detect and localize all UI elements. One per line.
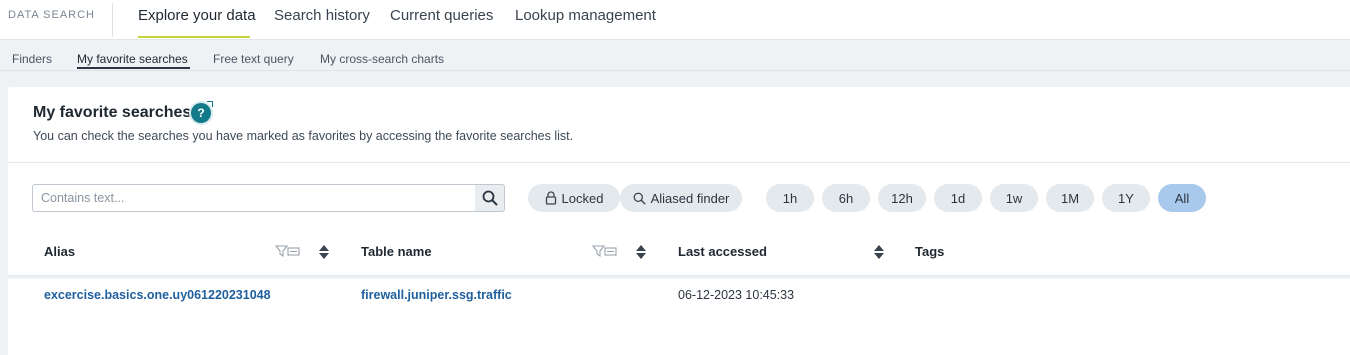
active-subtab-indicator xyxy=(77,67,190,69)
subtab-my-favorite-searches[interactable]: My favorite searches xyxy=(77,52,188,66)
column-header-table-name[interactable]: Table name xyxy=(361,244,432,259)
brand-divider xyxy=(112,3,113,37)
time-range-12h-button[interactable]: 12h xyxy=(878,184,926,212)
search-icon xyxy=(633,192,646,205)
favorite-searches-panel: My favorite searches ? You can check the… xyxy=(8,87,1350,355)
last-accessed-value: 06-12-2023 10:45:33 xyxy=(678,288,795,302)
filter-icon[interactable] xyxy=(591,243,619,259)
column-header-last-accessed[interactable]: Last accessed xyxy=(678,244,767,259)
page-title: My favorite searches xyxy=(33,104,192,121)
divider xyxy=(8,162,1350,163)
sort-icon[interactable] xyxy=(318,244,330,260)
locked-filter-label: Locked xyxy=(561,190,604,206)
time-range-all-button[interactable]: All xyxy=(1158,184,1206,212)
question-icon[interactable]: ? xyxy=(191,101,213,123)
page-description: You can check the searches you have mark… xyxy=(33,129,574,143)
lock-icon xyxy=(545,191,556,205)
active-tab-indicator xyxy=(138,36,250,38)
locked-filter-button[interactable]: Locked xyxy=(528,184,620,212)
aliased-finder-filter-button[interactable]: Aliased finder xyxy=(620,184,742,212)
column-header-alias[interactable]: Alias xyxy=(44,244,75,259)
subtab-free-text-query[interactable]: Free text query xyxy=(213,52,294,66)
tab-search-history[interactable]: Search history xyxy=(274,7,370,38)
column-header-tags: Tags xyxy=(915,244,945,259)
time-range-6h-button[interactable]: 6h xyxy=(822,184,870,212)
time-range-1h-button[interactable]: 1h xyxy=(766,184,814,212)
app-brand: DATA SEARCH xyxy=(8,9,95,21)
sub-navigation-bar: Finders My favorite searches Free text q… xyxy=(0,41,1350,71)
subtab-my-cross-search-charts[interactable]: My cross-search charts xyxy=(320,52,444,66)
search-button[interactable] xyxy=(475,184,505,212)
alias-link[interactable]: excercise.basics.one.uy061220231048 xyxy=(44,288,271,302)
tab-lookup-management[interactable]: Lookup management xyxy=(515,7,656,38)
search-icon xyxy=(482,190,497,206)
sort-icon[interactable] xyxy=(635,244,647,260)
table-name-link[interactable]: firewall.juniper.ssg.traffic xyxy=(361,288,512,302)
time-range-1w-button[interactable]: 1w xyxy=(990,184,1038,212)
tab-explore-your-data[interactable]: Explore your data xyxy=(138,7,256,38)
time-range-1d-button[interactable]: 1d xyxy=(934,184,982,212)
table-header-separator xyxy=(8,275,1350,279)
sort-icon[interactable] xyxy=(873,244,885,260)
filter-icon[interactable] xyxy=(274,243,302,259)
time-range-1y-button[interactable]: 1Y xyxy=(1102,184,1150,212)
aliased-finder-filter-label: Aliased finder xyxy=(650,190,730,206)
tab-current-queries[interactable]: Current queries xyxy=(390,7,493,38)
subtab-finders[interactable]: Finders xyxy=(12,52,52,66)
top-navigation-bar: DATA SEARCH Explore your data Search his… xyxy=(0,0,1350,40)
search-input[interactable] xyxy=(32,184,476,212)
time-range-1m-button[interactable]: 1M xyxy=(1046,184,1094,212)
